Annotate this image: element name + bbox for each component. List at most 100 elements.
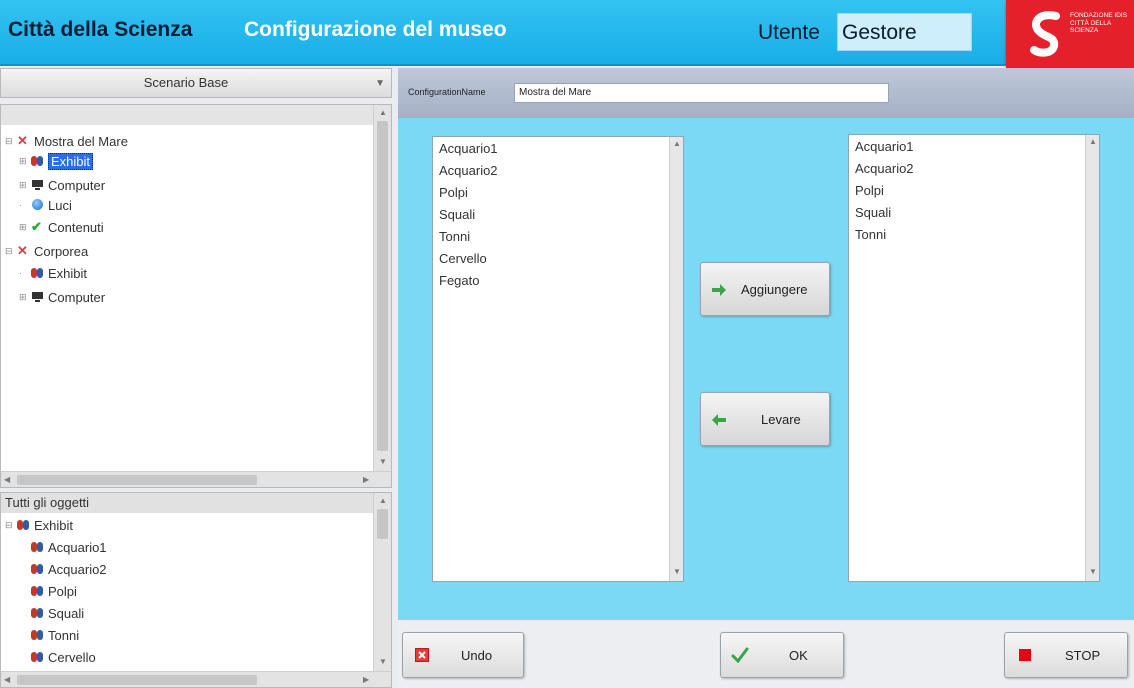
scroll-left-icon[interactable]: ◀: [4, 675, 10, 684]
scenario-tree[interactable]: ▲ ▼ ◀ ▶ ⊟ ✕ Mostra del Mare ⊞ Exhibit ⊞ …: [0, 104, 392, 488]
list-item-label: Acquario2: [48, 561, 107, 577]
user-label: Utente: [758, 21, 820, 44]
scroll-right-icon[interactable]: ▶: [363, 675, 369, 684]
list-item[interactable]: Cervello: [439, 251, 487, 266]
computer-icon: [31, 178, 45, 192]
objects-vscroll-thumb[interactable]: [377, 509, 388, 539]
page-title: Configurazione del museo: [244, 18, 507, 41]
list-item[interactable]: Acquario1: [855, 139, 914, 154]
configuration-name-label: ConfigurationName: [408, 87, 486, 97]
collapse-icon[interactable]: ⊟: [5, 246, 17, 257]
all-objects-panel[interactable]: Tutti gli oggetti ▲ ▼ ◀ ▶ ⊟ Exhibit Acqu…: [0, 492, 392, 688]
tree-node-label: Corporea: [34, 243, 89, 259]
list-item[interactable]: Polpi: [439, 185, 468, 200]
configuration-name-input[interactable]: Mostra del Mare: [514, 83, 889, 103]
logo-mark-icon: [1030, 11, 1060, 57]
tree-line-icon: ·: [19, 200, 22, 210]
list-item[interactable]: Acquario2: [855, 161, 914, 176]
list-item[interactable]: Acquario2: [439, 163, 498, 178]
scroll-left-icon[interactable]: ◀: [4, 475, 10, 484]
all-objects-header: Tutti gli oggetti: [1, 493, 373, 513]
collapse-icon[interactable]: ⊟: [5, 520, 17, 531]
selected-items-list[interactable]: Acquario1 Acquario2 Polpi Squali Tonni ▲…: [848, 134, 1100, 582]
tree-node-corporea[interactable]: ⊟ ✕ Corporea: [5, 241, 88, 261]
list-item[interactable]: Squali: [439, 207, 475, 222]
butterfly-icon: [31, 628, 45, 642]
stop-button[interactable]: STOP: [1004, 632, 1128, 678]
list-item[interactable]: Cervello: [31, 647, 96, 667]
expand-icon[interactable]: ⊞: [19, 292, 31, 303]
stop-button-label: STOP: [1065, 648, 1101, 663]
tree-horizontal-scrollbar[interactable]: ◀ ▶: [1, 471, 391, 487]
tree-node-label: Computer: [48, 289, 106, 305]
scroll-down-icon[interactable]: ▼: [379, 657, 387, 666]
tree-node-exhibit[interactable]: · Exhibit: [19, 263, 87, 283]
objects-hscroll-thumb[interactable]: [17, 675, 257, 685]
expand-icon[interactable]: ⊞: [19, 156, 31, 167]
tree-node-exhibit[interactable]: ⊞ Exhibit: [19, 151, 94, 171]
tree-vscroll-thumb[interactable]: [377, 121, 388, 451]
scenario-dropdown[interactable]: Scenario Base ▼: [0, 68, 392, 98]
tree-node-label: Contenuti: [48, 219, 104, 235]
objects-vertical-scrollbar[interactable]: ▲ ▼: [373, 493, 391, 671]
butterfly-icon: [17, 518, 31, 532]
expand-icon[interactable]: ⊞: [19, 180, 31, 191]
list-item[interactable]: Acquario1: [31, 537, 107, 557]
arrow-left-icon: [712, 414, 726, 426]
list-item[interactable]: Squali: [31, 603, 84, 623]
list-item[interactable]: Tonni: [439, 229, 470, 244]
objects-horizontal-scrollbar[interactable]: ◀ ▶: [1, 671, 391, 687]
scroll-down-icon[interactable]: ▼: [673, 567, 681, 576]
list-item[interactable]: Acquario2: [31, 559, 107, 579]
tree-node-computer[interactable]: ⊞ Computer: [19, 175, 105, 195]
undo-button[interactable]: Undo: [402, 632, 524, 678]
x-icon: ✕: [17, 133, 28, 148]
scroll-up-icon[interactable]: ▲: [673, 139, 681, 148]
butterfly-icon: [31, 584, 45, 598]
selected-list-scrollbar[interactable]: ▲ ▼: [1085, 135, 1099, 581]
add-button[interactable]: Aggiungere: [700, 262, 830, 316]
objects-root-exhibit[interactable]: ⊟ Exhibit: [5, 515, 73, 535]
butterfly-icon: [31, 562, 45, 576]
list-item[interactable]: Tonni: [855, 227, 886, 242]
list-item[interactable]: Squali: [855, 205, 891, 220]
undo-button-label: Undo: [461, 648, 493, 663]
scroll-up-icon[interactable]: ▲: [1089, 137, 1097, 146]
list-item[interactable]: Acquario1: [439, 141, 498, 156]
remove-button-label: Levare: [761, 412, 801, 427]
list-item[interactable]: Polpi: [31, 581, 77, 601]
configuration-area: ConfigurationName Mostra del Mare Acquar…: [398, 68, 1134, 620]
tree-node-contenuti[interactable]: ⊞ ✔ Contenuti: [19, 217, 104, 237]
chevron-down-icon[interactable]: ▼: [375, 78, 385, 89]
tree-line-icon: ·: [19, 268, 22, 278]
collapse-icon[interactable]: ⊟: [5, 136, 17, 147]
list-item-label: Polpi: [48, 583, 77, 599]
app-header: Città della Scienza Configurazione del m…: [0, 0, 1134, 66]
remove-button[interactable]: Levare: [700, 392, 830, 446]
tree-node-computer[interactable]: ⊞ Computer: [19, 287, 105, 307]
tree-vertical-scrollbar[interactable]: ▲ ▼: [373, 105, 391, 471]
bottom-action-bar: Undo OK STOP: [398, 620, 1134, 688]
scroll-up-icon[interactable]: ▲: [379, 108, 387, 117]
globe-icon: [31, 198, 45, 212]
scroll-down-icon[interactable]: ▼: [379, 457, 387, 466]
available-items-list[interactable]: Acquario1 Acquario2 Polpi Squali Tonni C…: [432, 136, 684, 582]
check-icon: [731, 647, 749, 663]
ok-button-label: OK: [789, 648, 808, 663]
scroll-up-icon[interactable]: ▲: [379, 496, 387, 505]
list-item[interactable]: Tonni: [31, 625, 79, 645]
ok-button[interactable]: OK: [720, 632, 844, 678]
expand-icon[interactable]: ⊞: [19, 222, 31, 233]
scroll-down-icon[interactable]: ▼: [1089, 567, 1097, 576]
available-list-scrollbar[interactable]: ▲ ▼: [669, 137, 683, 581]
list-item[interactable]: Polpi: [855, 183, 884, 198]
tree-hscroll-thumb[interactable]: [17, 475, 257, 485]
tree-node-label: Exhibit: [48, 265, 88, 281]
tree-node-luci[interactable]: · Luci: [19, 195, 72, 215]
list-item[interactable]: Fegato: [439, 273, 479, 288]
app-title: Città della Scienza: [8, 18, 193, 41]
tree-node-mostra-del-mare[interactable]: ⊟ ✕ Mostra del Mare: [5, 131, 128, 151]
scroll-right-icon[interactable]: ▶: [363, 475, 369, 484]
check-icon: ✔: [31, 219, 42, 234]
user-field[interactable]: Gestore: [837, 13, 972, 51]
